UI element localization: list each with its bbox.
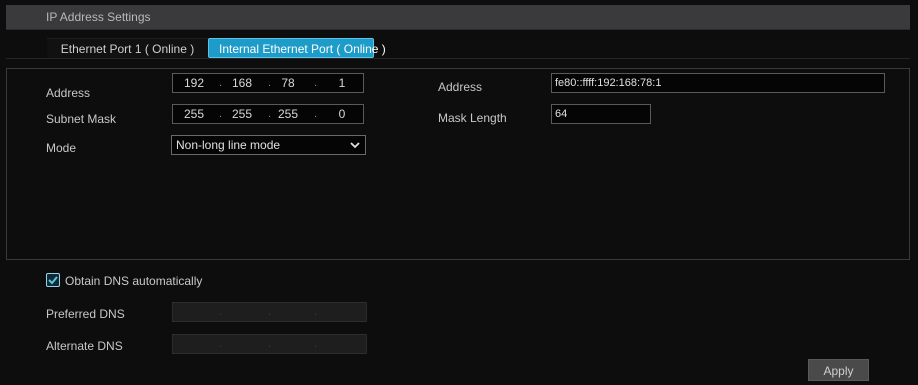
ipv6-address-label: Address (438, 80, 483, 94)
octet-separator: . (314, 338, 318, 350)
title-bar: IP Address Settings (6, 5, 910, 30)
ipv4-address-label: Address (46, 86, 91, 100)
ipv4-address-octet-1[interactable]: 192 (179, 76, 209, 90)
tab-internal-ethernet-port[interactable]: Internal Ethernet Port ( Online ) (208, 38, 386, 58)
subnet-mask-label: Subnet Mask (46, 112, 117, 126)
obtain-dns-label: Obtain DNS automatically (65, 274, 203, 288)
subnet-mask-octet-4[interactable]: 0 (327, 107, 357, 121)
octet-separator: . (219, 108, 223, 120)
octet-separator: . (268, 306, 272, 318)
alternate-dns-field[interactable]: . . . (172, 334, 367, 354)
tab-ethernet-port-1[interactable]: Ethernet Port 1 ( Online ) (47, 38, 208, 58)
octet-separator: . (268, 338, 272, 350)
preferred-dns-field[interactable]: . . . (172, 302, 367, 322)
octet-separator: . (268, 77, 272, 89)
subnet-mask-octet-3[interactable]: 255 (273, 107, 303, 121)
apply-button[interactable]: Apply (808, 359, 869, 381)
mask-length-input[interactable] (551, 104, 651, 124)
settings-panel (6, 68, 910, 260)
octet-separator: . (219, 306, 223, 318)
tab-divider (6, 58, 910, 59)
ipv4-address-octet-4[interactable]: 1 (327, 76, 357, 90)
ipv4-address-octet-2[interactable]: 168 (227, 76, 257, 90)
checkmark-icon (47, 274, 59, 289)
mode-label: Mode (46, 141, 77, 155)
mode-select-value: Non-long line mode (176, 138, 281, 152)
ipv4-address-field[interactable]: 192 . 168 . 78 . 1 (172, 73, 364, 93)
octet-separator: . (314, 77, 318, 89)
octet-separator: . (219, 338, 223, 350)
chevron-down-icon[interactable] (349, 139, 361, 154)
ip-settings-window: IP Address Settings Ethernet Port 1 ( On… (0, 0, 918, 385)
octet-separator: . (219, 77, 223, 89)
obtain-dns-checkbox[interactable] (46, 273, 60, 287)
preferred-dns-label: Preferred DNS (46, 307, 125, 321)
page-title: IP Address Settings (46, 10, 151, 24)
octet-separator: . (268, 108, 272, 120)
subnet-mask-field[interactable]: 255 . 255 . 255 . 0 (172, 104, 364, 124)
octet-separator: . (314, 108, 318, 120)
ipv6-address-input[interactable] (551, 73, 885, 93)
ipv4-address-octet-3[interactable]: 78 (273, 76, 303, 90)
octet-separator: . (314, 306, 318, 318)
mode-select[interactable]: Non-long line mode (171, 135, 366, 155)
subnet-mask-octet-1[interactable]: 255 (179, 107, 209, 121)
subnet-mask-octet-2[interactable]: 255 (227, 107, 257, 121)
alternate-dns-label: Alternate DNS (46, 339, 123, 353)
mask-length-label: Mask Length (438, 111, 507, 125)
